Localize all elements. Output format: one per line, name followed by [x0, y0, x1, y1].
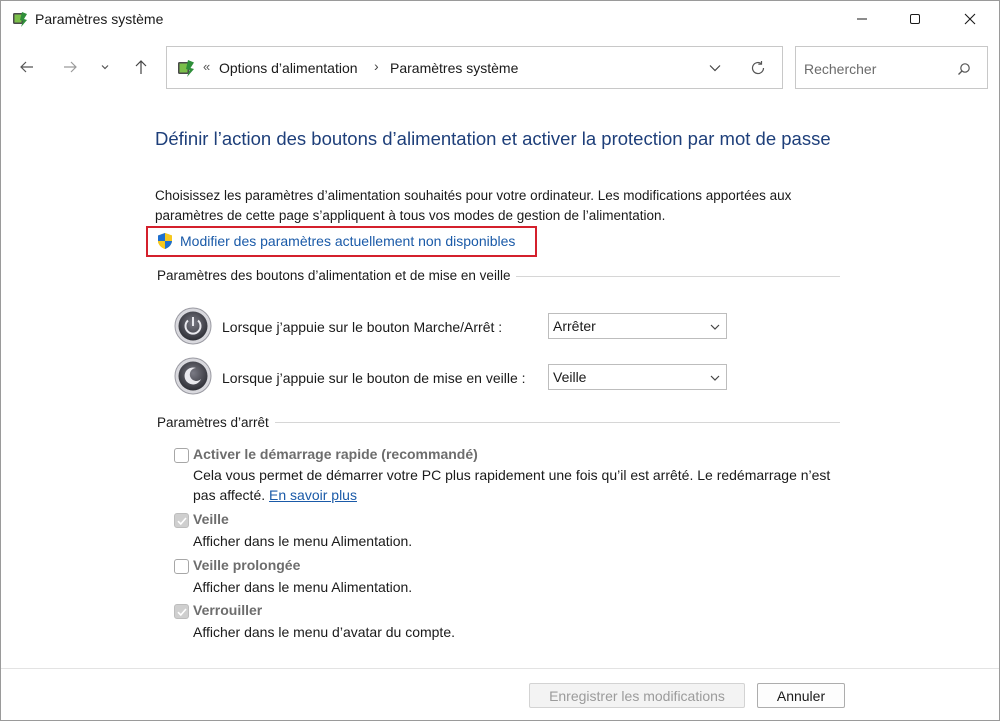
close-icon: [964, 13, 976, 25]
footer-divider: [1, 668, 999, 669]
page-title: Définir l’action des boutons d’alimentat…: [155, 128, 831, 149]
sleep-button-action-label: Lorsque j’appuie sur le bouton de mise e…: [222, 370, 526, 386]
lock-checkbox[interactable]: [174, 604, 189, 619]
hibernate-label: Veille prolongée: [193, 557, 301, 573]
sleep-label: Veille: [193, 511, 229, 527]
save-changes-button[interactable]: Enregistrer les modifications: [529, 683, 745, 708]
refresh-button[interactable]: [745, 56, 771, 80]
power-button-action-label: Lorsque j’appuie sur le bouton Marche/Ar…: [222, 319, 503, 335]
sleep-button-action-select[interactable]: Veille: [548, 364, 727, 390]
up-button[interactable]: [127, 53, 155, 81]
checkmark-icon: [177, 517, 187, 526]
lock-label: Verrouiller: [193, 602, 263, 618]
minimize-button[interactable]: [839, 1, 885, 37]
chevron-down-icon: [101, 65, 109, 70]
arrow-right-icon: [64, 61, 77, 73]
window-title: Paramètres système: [35, 11, 164, 27]
address-bar[interactable]: « Options d’alimentation › Paramètres sy…: [166, 46, 783, 89]
arrow-left-icon: [20, 61, 33, 73]
hibernate-checkbox[interactable]: [174, 559, 189, 574]
learn-more-link[interactable]: En savoir plus: [269, 487, 357, 503]
maximize-icon: [910, 14, 920, 24]
search-input[interactable]: [804, 59, 944, 79]
arrow-up-icon: [135, 60, 147, 74]
change-unavailable-settings-link[interactable]: Modifier des paramètres actuellement non…: [180, 233, 515, 249]
maximize-button[interactable]: [892, 1, 938, 37]
sleep-checkbox[interactable]: [174, 513, 189, 528]
uac-shield-icon: [158, 233, 172, 249]
search-icon[interactable]: [954, 59, 974, 79]
cancel-button[interactable]: Annuler: [757, 683, 845, 708]
close-button[interactable]: [947, 1, 993, 37]
fast-startup-checkbox[interactable]: [174, 448, 189, 463]
breadcrumb-power-options[interactable]: Options d’alimentation: [219, 60, 358, 76]
back-button[interactable]: [13, 53, 41, 81]
sleep-button-icon: [174, 357, 212, 395]
power-button-action-select[interactable]: Arrêter: [548, 313, 727, 339]
sleep-button-action-value: Veille: [553, 369, 587, 385]
breadcrumb-overflow[interactable]: «: [203, 59, 210, 74]
chevron-down-icon: [709, 65, 721, 72]
window: Paramètres système « Options d’alimentat…: [0, 0, 1000, 721]
page-description: Choisissez les paramètres d’alimentation…: [155, 188, 792, 223]
lock-description: Afficher dans le menu d’avatar du compte…: [193, 624, 456, 640]
sleep-description: Afficher dans le menu Alimentation.: [193, 533, 413, 549]
title-bar: Paramètres système: [1, 1, 999, 37]
power-button-icon: [174, 307, 212, 345]
chevron-down-icon: [710, 375, 720, 381]
address-history-button[interactable]: [702, 56, 728, 80]
fast-startup-label: Activer le démarrage rapide (recommandé): [193, 446, 478, 462]
power-options-icon: [178, 60, 194, 77]
checkmark-icon: [177, 608, 187, 617]
breadcrumb-separator[interactable]: ›: [374, 58, 379, 74]
power-button-action-value: Arrêter: [553, 318, 596, 334]
refresh-icon: [751, 61, 765, 75]
recent-locations-button[interactable]: [93, 53, 117, 81]
breadcrumb-system-settings[interactable]: Paramètres système: [390, 60, 518, 76]
forward-button[interactable]: [56, 53, 84, 81]
minimize-icon: [857, 18, 867, 20]
power-buttons-section-title: Paramètres des boutons d’alimentation et…: [157, 268, 517, 283]
chevron-down-icon: [710, 324, 720, 330]
shutdown-section-title: Paramètres d’arrêt: [157, 415, 275, 430]
fast-startup-description: Cela vous permet de démarrer votre PC pl…: [193, 466, 843, 505]
power-options-app-icon: [13, 12, 27, 27]
hibernate-description: Afficher dans le menu Alimentation.: [193, 579, 413, 595]
search-box[interactable]: [795, 46, 988, 89]
